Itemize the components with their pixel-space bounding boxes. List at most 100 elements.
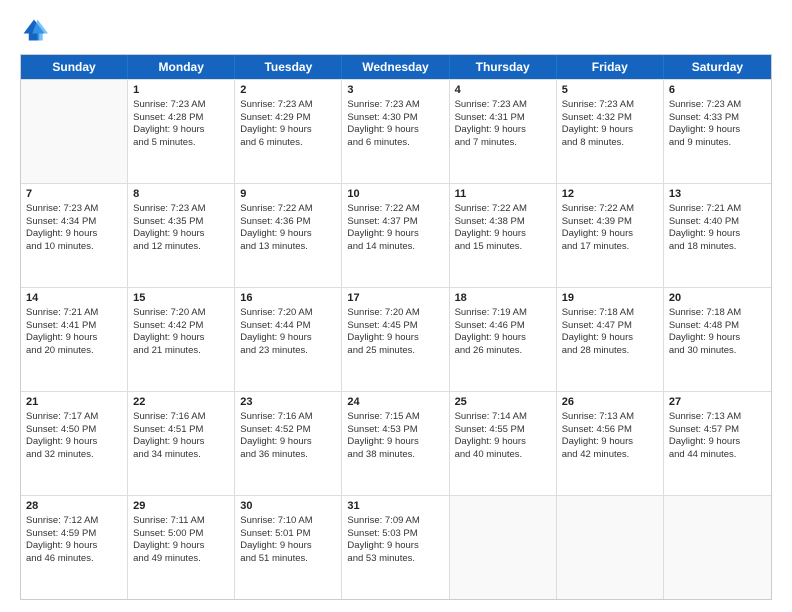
day-info-line: Daylight: 9 hours (240, 228, 336, 241)
day-info-line: Sunset: 4:44 PM (240, 320, 336, 333)
day-info-line: Sunrise: 7:23 AM (133, 99, 229, 112)
day-info-line: and 21 minutes. (133, 345, 229, 358)
day-info-line: Sunset: 4:56 PM (562, 424, 658, 437)
day-info-line: Sunset: 4:29 PM (240, 112, 336, 125)
day-cell: 13Sunrise: 7:21 AMSunset: 4:40 PMDayligh… (664, 184, 771, 287)
day-number: 11 (455, 187, 551, 202)
day-info-line: Daylight: 9 hours (562, 228, 658, 241)
day-cell: 18Sunrise: 7:19 AMSunset: 4:46 PMDayligh… (450, 288, 557, 391)
day-info-line: Daylight: 9 hours (347, 228, 443, 241)
empty-cell (557, 496, 664, 599)
day-info-line: and 30 minutes. (669, 345, 766, 358)
weekday-header: Thursday (450, 55, 557, 79)
day-info-line: and 8 minutes. (562, 137, 658, 150)
day-cell: 26Sunrise: 7:13 AMSunset: 4:56 PMDayligh… (557, 392, 664, 495)
day-cell: 12Sunrise: 7:22 AMSunset: 4:39 PMDayligh… (557, 184, 664, 287)
day-info-line: and 7 minutes. (455, 137, 551, 150)
day-cell: 6Sunrise: 7:23 AMSunset: 4:33 PMDaylight… (664, 80, 771, 183)
day-info-line: Sunrise: 7:14 AM (455, 411, 551, 424)
day-info-line: Daylight: 9 hours (669, 332, 766, 345)
day-cell: 16Sunrise: 7:20 AMSunset: 4:44 PMDayligh… (235, 288, 342, 391)
day-cell: 25Sunrise: 7:14 AMSunset: 4:55 PMDayligh… (450, 392, 557, 495)
day-number: 26 (562, 395, 658, 410)
day-info-line: Daylight: 9 hours (562, 124, 658, 137)
day-info-line: Sunrise: 7:09 AM (347, 515, 443, 528)
day-info-line: Daylight: 9 hours (133, 124, 229, 137)
day-info-line: and 36 minutes. (240, 449, 336, 462)
day-cell: 19Sunrise: 7:18 AMSunset: 4:47 PMDayligh… (557, 288, 664, 391)
day-info-line: Sunset: 4:42 PM (133, 320, 229, 333)
day-info-line: Sunset: 4:55 PM (455, 424, 551, 437)
day-info-line: Sunrise: 7:18 AM (562, 307, 658, 320)
day-info-line: Daylight: 9 hours (133, 540, 229, 553)
day-info-line: Sunset: 4:45 PM (347, 320, 443, 333)
day-cell: 1Sunrise: 7:23 AMSunset: 4:28 PMDaylight… (128, 80, 235, 183)
calendar-row: 28Sunrise: 7:12 AMSunset: 4:59 PMDayligh… (21, 495, 771, 599)
day-info-line: Sunrise: 7:20 AM (240, 307, 336, 320)
day-cell: 29Sunrise: 7:11 AMSunset: 5:00 PMDayligh… (128, 496, 235, 599)
calendar-header-row: SundayMondayTuesdayWednesdayThursdayFrid… (21, 55, 771, 79)
day-cell: 15Sunrise: 7:20 AMSunset: 4:42 PMDayligh… (128, 288, 235, 391)
day-info-line: Sunrise: 7:23 AM (562, 99, 658, 112)
weekday-header: Friday (557, 55, 664, 79)
day-info-line: Sunset: 4:32 PM (562, 112, 658, 125)
day-info-line: Sunrise: 7:16 AM (240, 411, 336, 424)
day-number: 4 (455, 83, 551, 98)
day-info-line: Sunrise: 7:16 AM (133, 411, 229, 424)
day-info-line: Sunrise: 7:22 AM (455, 203, 551, 216)
day-number: 19 (562, 291, 658, 306)
day-number: 10 (347, 187, 443, 202)
day-cell: 11Sunrise: 7:22 AMSunset: 4:38 PMDayligh… (450, 184, 557, 287)
day-info-line: Sunset: 4:33 PM (669, 112, 766, 125)
day-info-line: Sunrise: 7:23 AM (455, 99, 551, 112)
day-info-line: Daylight: 9 hours (347, 124, 443, 137)
day-number: 30 (240, 499, 336, 514)
day-info-line: Sunset: 4:47 PM (562, 320, 658, 333)
day-cell: 3Sunrise: 7:23 AMSunset: 4:30 PMDaylight… (342, 80, 449, 183)
day-number: 24 (347, 395, 443, 410)
day-cell: 28Sunrise: 7:12 AMSunset: 4:59 PMDayligh… (21, 496, 128, 599)
day-number: 25 (455, 395, 551, 410)
day-info-line: and 32 minutes. (26, 449, 122, 462)
day-number: 9 (240, 187, 336, 202)
day-info-line: Daylight: 9 hours (133, 436, 229, 449)
day-info-line: and 44 minutes. (669, 449, 766, 462)
day-info-line: Daylight: 9 hours (669, 124, 766, 137)
calendar-body: 1Sunrise: 7:23 AMSunset: 4:28 PMDaylight… (21, 79, 771, 599)
day-number: 18 (455, 291, 551, 306)
day-info-line: Daylight: 9 hours (240, 540, 336, 553)
day-info-line: Daylight: 9 hours (669, 228, 766, 241)
day-info-line: Sunset: 4:39 PM (562, 216, 658, 229)
day-info-line: Sunset: 4:46 PM (455, 320, 551, 333)
day-cell: 17Sunrise: 7:20 AMSunset: 4:45 PMDayligh… (342, 288, 449, 391)
day-info-line: Sunset: 4:53 PM (347, 424, 443, 437)
day-info-line: Sunset: 4:38 PM (455, 216, 551, 229)
day-info-line: Daylight: 9 hours (240, 332, 336, 345)
weekday-header: Tuesday (235, 55, 342, 79)
day-info-line: Daylight: 9 hours (455, 124, 551, 137)
day-number: 3 (347, 83, 443, 98)
day-info-line: and 25 minutes. (347, 345, 443, 358)
calendar-page: SundayMondayTuesdayWednesdayThursdayFrid… (0, 0, 792, 612)
day-info-line: and 42 minutes. (562, 449, 658, 462)
day-info-line: Sunset: 4:41 PM (26, 320, 122, 333)
day-number: 1 (133, 83, 229, 98)
day-number: 13 (669, 187, 766, 202)
day-info-line: and 6 minutes. (240, 137, 336, 150)
day-cell: 30Sunrise: 7:10 AMSunset: 5:01 PMDayligh… (235, 496, 342, 599)
day-info-line: Sunset: 4:35 PM (133, 216, 229, 229)
day-cell: 24Sunrise: 7:15 AMSunset: 4:53 PMDayligh… (342, 392, 449, 495)
logo-icon (20, 16, 48, 44)
day-info-line: Sunrise: 7:10 AM (240, 515, 336, 528)
day-number: 28 (26, 499, 122, 514)
day-info-line: Daylight: 9 hours (347, 332, 443, 345)
empty-cell (664, 496, 771, 599)
weekday-header: Saturday (664, 55, 771, 79)
day-info-line: Sunset: 4:40 PM (669, 216, 766, 229)
day-info-line: Daylight: 9 hours (455, 332, 551, 345)
day-info-line: Sunrise: 7:13 AM (562, 411, 658, 424)
day-info-line: Sunrise: 7:23 AM (347, 99, 443, 112)
day-number: 6 (669, 83, 766, 98)
day-info-line: Daylight: 9 hours (562, 332, 658, 345)
day-number: 12 (562, 187, 658, 202)
